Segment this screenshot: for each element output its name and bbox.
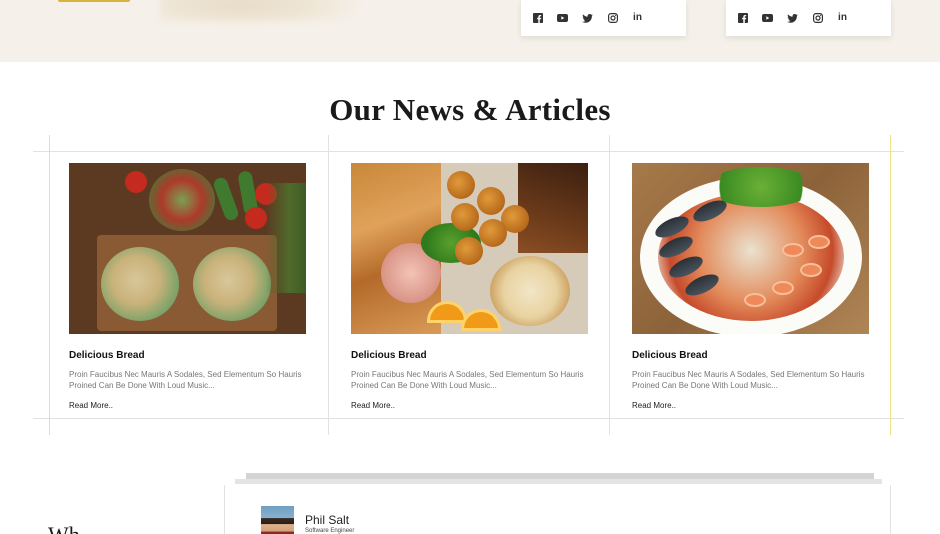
article-title[interactable]: Delicious Bread bbox=[351, 350, 588, 361]
testimonial-stack-middle bbox=[235, 479, 882, 484]
avatar bbox=[261, 506, 294, 534]
facebook-icon[interactable] bbox=[737, 13, 748, 24]
team-card-social-2: in bbox=[726, 0, 891, 36]
grid-line-left bbox=[49, 135, 50, 435]
instagram-icon[interactable] bbox=[812, 13, 823, 24]
linkedin-icon[interactable]: in bbox=[632, 13, 643, 24]
banner-button-edge[interactable] bbox=[58, 0, 130, 2]
article-card: Delicious Bread Proin Faucibus Nec Mauri… bbox=[69, 163, 306, 413]
bread-image bbox=[160, 0, 360, 22]
youtube-icon[interactable] bbox=[762, 13, 773, 24]
grid-divider-1 bbox=[328, 135, 329, 435]
article-description: Proin Faucibus Nec Mauris A Sodales, Sed… bbox=[632, 370, 865, 390]
article-image-seafood[interactable] bbox=[632, 163, 869, 334]
testimonial-role: Software Engineer bbox=[305, 528, 355, 534]
article-description: Proin Faucibus Nec Mauris A Sodales, Sed… bbox=[69, 370, 302, 390]
grid-line-right bbox=[890, 135, 891, 435]
article-title[interactable]: Delicious Bread bbox=[632, 350, 869, 361]
article-title[interactable]: Delicious Bread bbox=[69, 350, 306, 361]
instagram-icon[interactable] bbox=[607, 13, 618, 24]
article-card: Delicious Bread Proin Faucibus Nec Mauri… bbox=[351, 163, 588, 413]
youtube-icon[interactable] bbox=[557, 13, 568, 24]
read-more-link[interactable]: Read More.. bbox=[69, 401, 113, 410]
testimonial-heading: Wh bbox=[48, 522, 80, 534]
article-description: Proin Faucibus Nec Mauris A Sodales, Sed… bbox=[351, 370, 584, 390]
article-card: Delicious Bread Proin Faucibus Nec Mauri… bbox=[632, 163, 869, 413]
linkedin-icon[interactable]: in bbox=[837, 13, 848, 24]
grid-line-top bbox=[33, 151, 904, 152]
grid-divider-2 bbox=[609, 135, 610, 435]
team-card-social-1: in bbox=[521, 0, 686, 36]
article-image-appetizers[interactable] bbox=[351, 163, 588, 334]
news-section-title: Our News & Articles bbox=[329, 92, 611, 127]
read-more-link[interactable]: Read More.. bbox=[351, 401, 395, 410]
grid-line-bottom bbox=[33, 418, 904, 419]
facebook-icon[interactable] bbox=[532, 13, 543, 24]
twitter-icon[interactable] bbox=[582, 13, 593, 24]
read-more-link[interactable]: Read More.. bbox=[632, 401, 676, 410]
twitter-icon[interactable] bbox=[787, 13, 798, 24]
testimonial-name: Phil Salt bbox=[305, 513, 350, 527]
article-image-pasta[interactable] bbox=[69, 163, 306, 334]
